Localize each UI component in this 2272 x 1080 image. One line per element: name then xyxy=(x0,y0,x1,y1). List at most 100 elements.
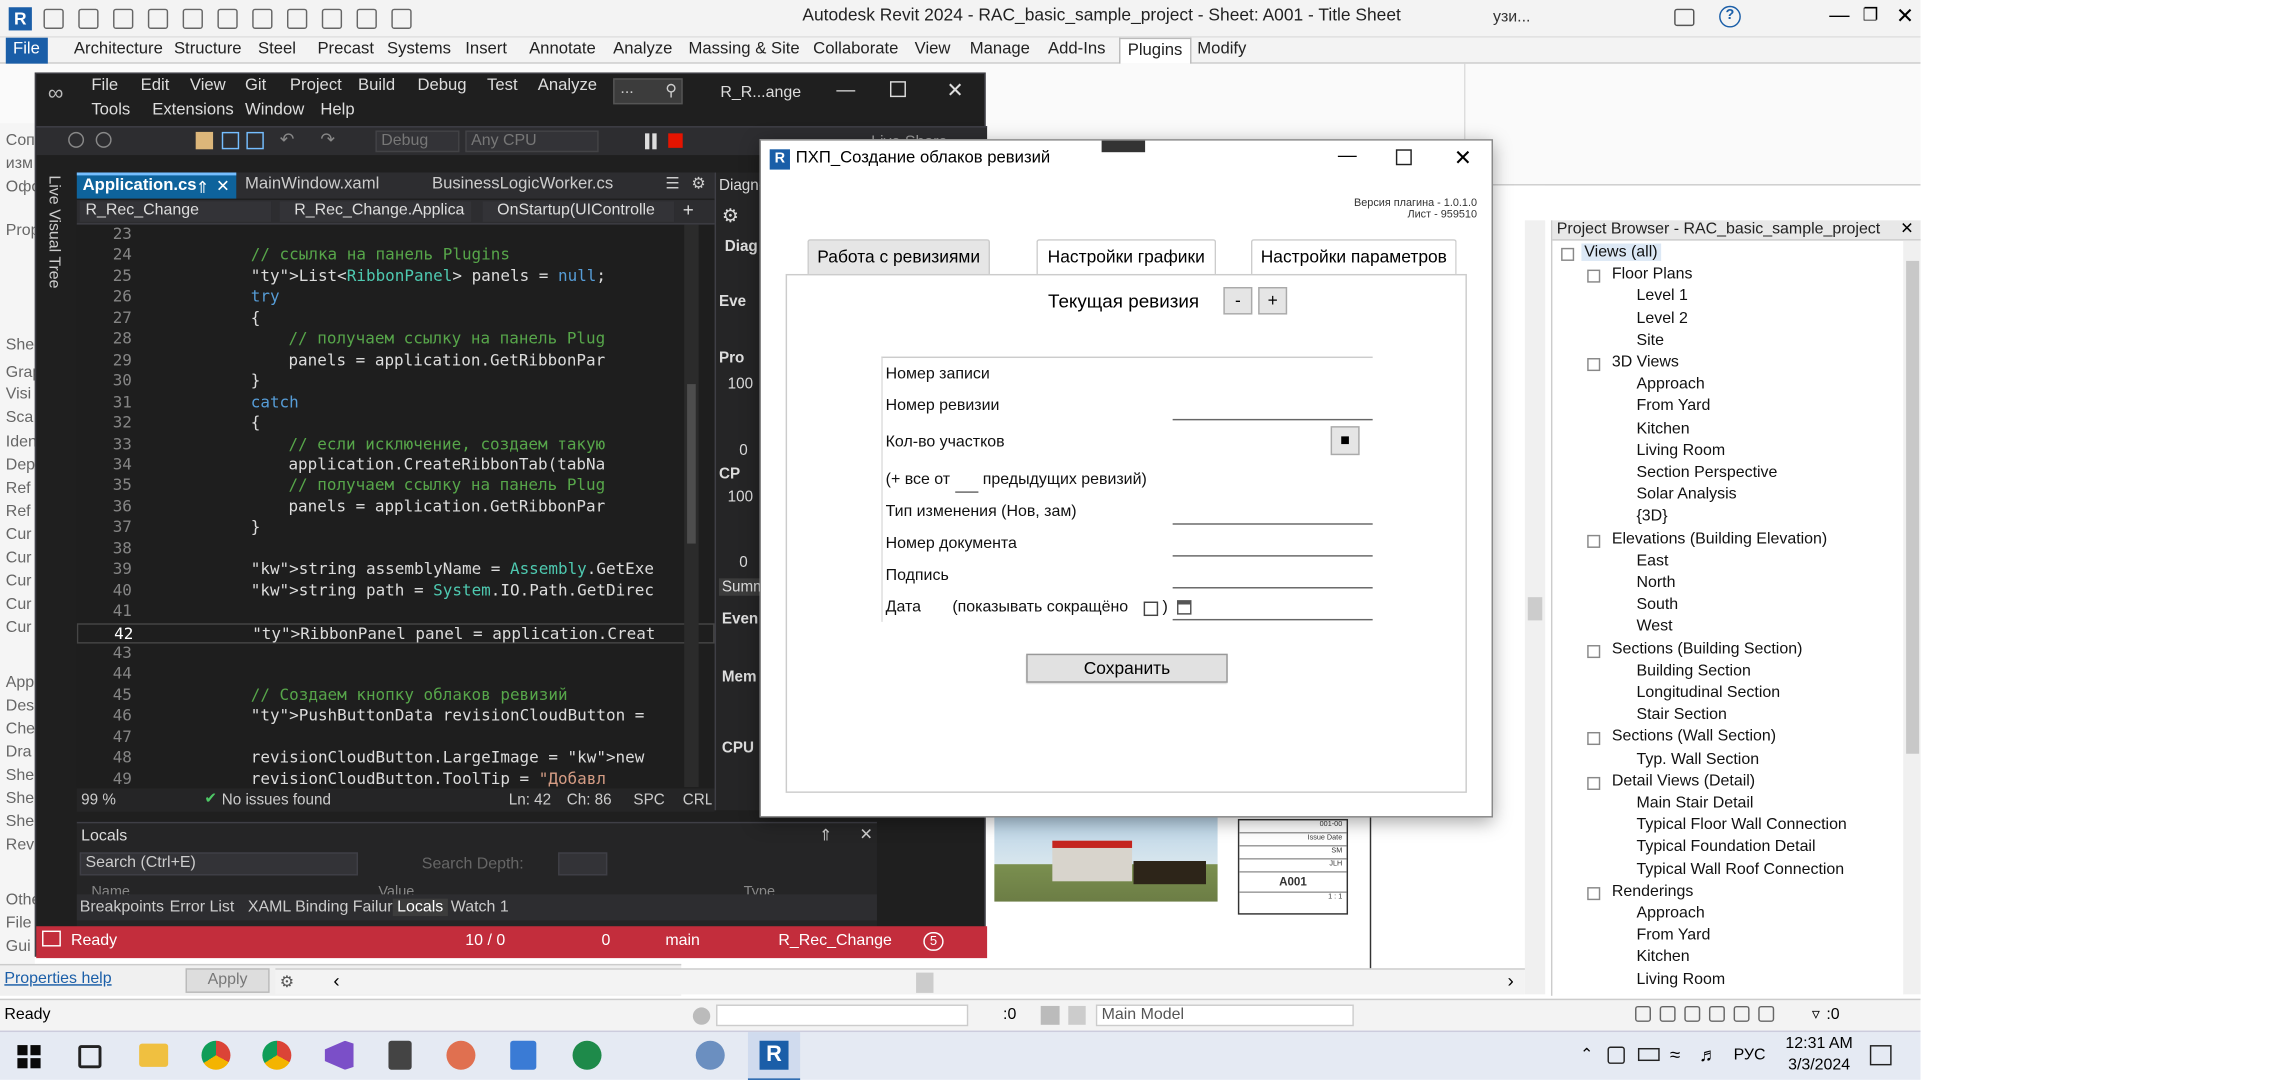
revit-task-button[interactable]: R xyxy=(747,1032,801,1080)
properties-help-link[interactable]: Properties help xyxy=(4,970,111,987)
project-dropdown[interactable]: R_Rec_Change xyxy=(79,201,272,222)
tab-mainwindow-xaml[interactable]: MainWindow.xaml xyxy=(245,175,379,192)
prev-revisions-field[interactable] xyxy=(955,491,979,493)
split-icon[interactable]: + xyxy=(683,199,694,221)
tree-item[interactable]: Typ. Wall Section xyxy=(1636,750,1759,767)
notification-center-icon[interactable] xyxy=(1869,1045,1892,1066)
signature-field[interactable] xyxy=(1172,587,1373,589)
tree-item[interactable]: Solar Analysis xyxy=(1636,486,1736,503)
output-icon[interactable] xyxy=(42,930,61,947)
code-editor[interactable]: 23 24 // ссылка на панель Plugins 25 "ty">Li… xyxy=(76,224,715,788)
tree-item[interactable]: Living Room xyxy=(1636,971,1725,988)
revit-logo-icon[interactable]: R xyxy=(8,7,32,31)
bottom-tab-watch-1[interactable]: Watch 1 xyxy=(451,899,509,916)
tree-item[interactable]: From Yard xyxy=(1636,398,1710,415)
tree-item[interactable]: Main Stair Detail xyxy=(1636,794,1753,811)
vs-menu-git[interactable]: Git xyxy=(245,77,266,94)
tree-item[interactable]: Views (all) xyxy=(1581,243,1661,261)
tree-item[interactable]: Elevations (Building Elevation) xyxy=(1612,530,1827,547)
undo-icon[interactable]: ↶ xyxy=(280,129,295,149)
bottom-tab-locals[interactable]: Locals xyxy=(392,898,448,917)
project-browser-scrollbar[interactable] xyxy=(1903,240,1921,995)
ribbon-tab-massing-site[interactable]: Massing & Site xyxy=(681,38,807,64)
vs-save-icon[interactable] xyxy=(221,131,240,150)
calendar-icon[interactable] xyxy=(1176,600,1192,615)
3d-view-icon[interactable] xyxy=(356,8,377,29)
tree-item[interactable]: South xyxy=(1636,596,1678,613)
tree-item[interactable]: Typical Wall Roof Connection xyxy=(1636,860,1844,877)
section-icon[interactable] xyxy=(391,8,412,29)
tree-collapse-icon[interactable] xyxy=(1587,776,1601,790)
calculator-icon[interactable] xyxy=(388,1040,412,1070)
vs-status-repo[interactable]: R_Rec_Change xyxy=(778,932,891,949)
tree-item[interactable]: Detail Views (Detail) xyxy=(1612,772,1755,789)
close-button[interactable]: ✕ xyxy=(1896,3,1914,29)
restore-button[interactable]: ❐ xyxy=(1863,4,1879,24)
tree-item[interactable]: From Yard xyxy=(1636,927,1710,944)
tray-app-icon[interactable] xyxy=(1607,1046,1625,1064)
chrome-icon[interactable] xyxy=(201,1040,231,1070)
tab-parameter-settings[interactable]: Настройки параметров xyxy=(1250,239,1457,274)
vs-menu-window[interactable]: Window xyxy=(245,101,304,118)
scroll-left-icon[interactable]: ‹ xyxy=(333,970,339,992)
file-icon[interactable]: ■ xyxy=(1330,426,1360,456)
dialog-close-button[interactable]: ✕ xyxy=(1454,145,1472,171)
locals-close-icon[interactable]: ✕ xyxy=(860,825,873,843)
open-folder-icon[interactable] xyxy=(195,131,214,150)
forward-icon[interactable] xyxy=(95,131,112,148)
ribbon-tab-collaborate[interactable]: Collaborate xyxy=(806,38,906,64)
tree-item[interactable]: Typical Foundation Detail xyxy=(1636,838,1815,855)
scroll-thumb[interactable] xyxy=(687,384,696,544)
dialog-minimize-button[interactable]: — xyxy=(1338,144,1357,166)
select-underlay-icon[interactable] xyxy=(1659,1005,1676,1022)
ribbon-tab-view[interactable]: View xyxy=(907,38,957,64)
vs-menu-file[interactable]: File xyxy=(91,77,118,94)
tree-collapse-icon[interactable] xyxy=(1587,534,1601,548)
tab-settings-icon[interactable]: ⚙ xyxy=(691,174,705,192)
vs-menu-analyze[interactable]: Analyze xyxy=(538,77,597,94)
visual-studio-icon[interactable] xyxy=(324,1040,354,1070)
worksets-icon[interactable] xyxy=(692,1007,711,1025)
open-icon[interactable] xyxy=(43,8,64,29)
paint-icon[interactable] xyxy=(446,1040,476,1070)
pin-icon[interactable]: ⇑ xyxy=(196,177,210,197)
vs-search-box[interactable]: ... ⚲ xyxy=(613,78,683,105)
tree-item[interactable]: Longitudinal Section xyxy=(1636,684,1780,701)
undo-icon[interactable] xyxy=(147,8,169,29)
tree-item[interactable]: East xyxy=(1636,552,1668,569)
tree-item[interactable]: Floor Plans xyxy=(1612,266,1693,283)
locals-pin-icon[interactable]: ⇑ xyxy=(819,826,832,845)
dialog-grip[interactable] xyxy=(1101,140,1146,153)
bottom-tab-breakpoints[interactable]: Breakpoints xyxy=(80,899,164,916)
ribbon-tab-steel[interactable]: Steel xyxy=(251,38,303,64)
globe-icon[interactable] xyxy=(572,1040,602,1070)
code-scrollbar[interactable] xyxy=(684,224,699,788)
tree-item[interactable]: Section Perspective xyxy=(1636,464,1777,481)
scroll-thumb[interactable] xyxy=(1527,597,1543,621)
vs-status-edits[interactable]: 0 xyxy=(602,932,611,949)
ribbon-tab-insert[interactable]: Insert xyxy=(458,38,514,64)
vs-menu-help[interactable]: Help xyxy=(320,101,354,118)
save-icon[interactable] xyxy=(78,8,99,29)
dialog-maximize-button[interactable] xyxy=(1395,149,1412,166)
pause-icon[interactable] xyxy=(645,133,650,150)
vs-menu-view[interactable]: View xyxy=(190,77,226,94)
ribbon-tab-annotate[interactable]: Annotate xyxy=(522,38,603,64)
tree-item[interactable]: Stair Section xyxy=(1636,706,1726,723)
tree-collapse-icon[interactable] xyxy=(1587,269,1601,283)
notification-icon[interactable]: 5 xyxy=(923,932,944,951)
revision-number-field[interactable] xyxy=(1172,418,1373,421)
wifi-icon[interactable]: ≈ xyxy=(1670,1044,1680,1066)
tree-item[interactable]: Approach xyxy=(1636,904,1704,921)
chrome-icon-2[interactable] xyxy=(262,1040,292,1070)
type-dropdown[interactable]: R_Rec_Change.Applica xyxy=(279,201,472,222)
tree-item[interactable]: Kitchen xyxy=(1636,949,1689,966)
print-icon[interactable] xyxy=(217,8,238,29)
member-dropdown[interactable]: OnStartup(UIControlle xyxy=(482,201,675,222)
vs-menu-project[interactable]: Project xyxy=(290,77,342,94)
tree-collapse-icon[interactable] xyxy=(1561,247,1575,261)
ribbon-tab-modify[interactable]: Modify xyxy=(1190,38,1254,64)
bottom-tab-xaml-binding-failures[interactable]: XAML Binding Failures xyxy=(248,899,410,916)
tree-collapse-icon[interactable] xyxy=(1587,732,1601,746)
ribbon-tab-precast[interactable]: Precast xyxy=(310,38,381,64)
